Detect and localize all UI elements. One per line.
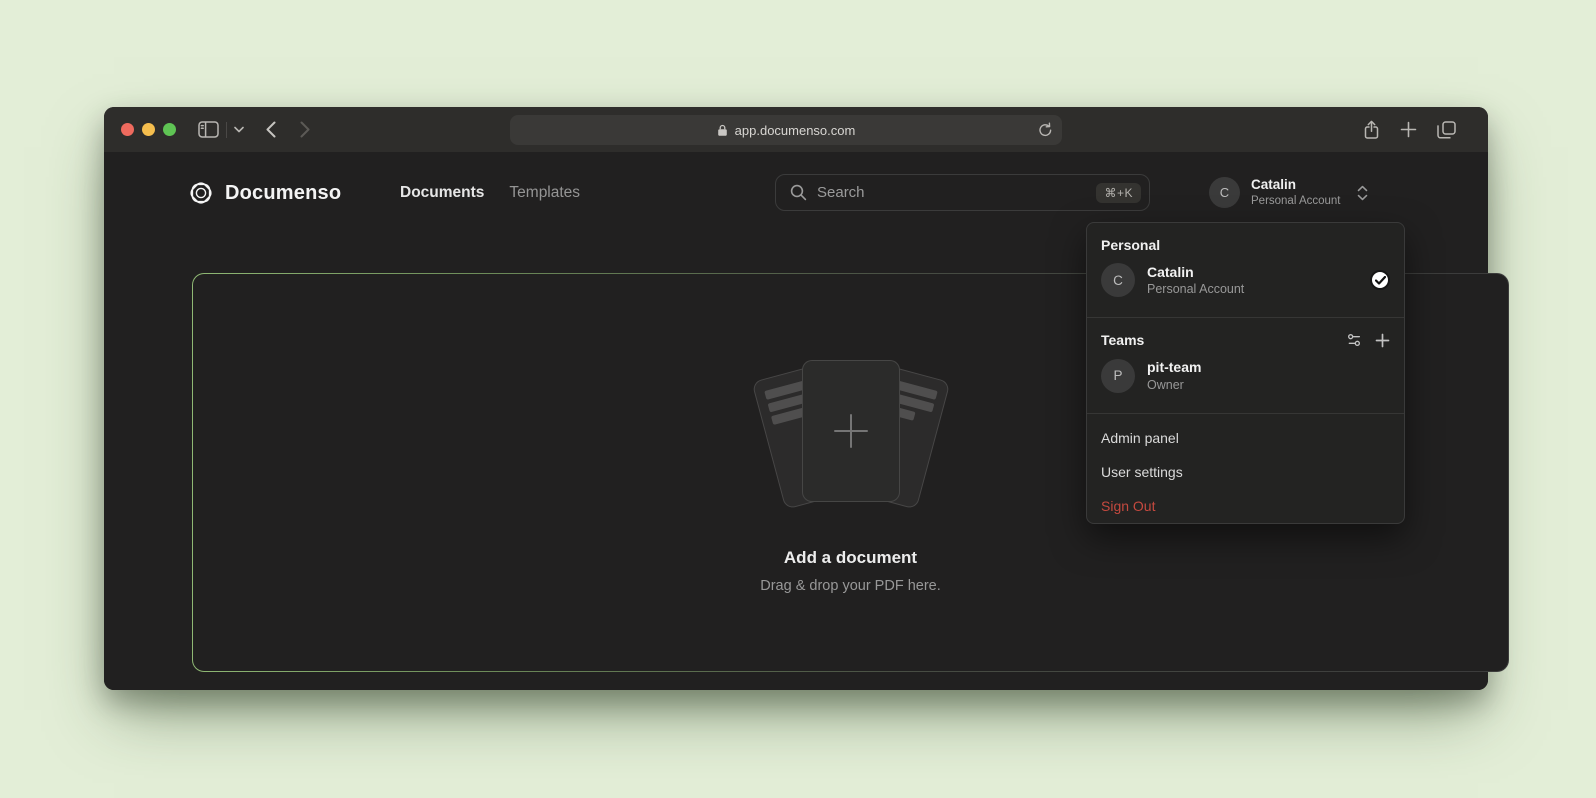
search-icon <box>790 184 807 201</box>
browser-toolbar: app.documenso.com <box>104 107 1488 152</box>
dropzone-title: Add a document <box>784 548 917 568</box>
add-team-icon[interactable] <box>1375 333 1390 348</box>
address-bar[interactable]: app.documenso.com <box>510 115 1062 145</box>
documenso-logo-icon <box>188 180 214 206</box>
search-input[interactable]: Search ⌘+K <box>775 174 1150 211</box>
back-button[interactable] <box>266 121 276 138</box>
nav-documents[interactable]: Documents <box>400 184 484 202</box>
account-menu-button[interactable]: C Catalin Personal Account <box>1209 177 1368 208</box>
menu-item-sign-out[interactable]: Sign Out <box>1087 489 1404 523</box>
app-content: Documenso Documents Templates Search ⌘+K… <box>104 152 1488 690</box>
share-icon[interactable] <box>1363 120 1380 140</box>
card-center <box>802 360 900 502</box>
new-tab-icon[interactable] <box>1400 121 1417 138</box>
brand[interactable]: Documenso <box>188 173 341 213</box>
menu-item-team[interactable]: P pit-team Owner <box>1099 348 1392 394</box>
selected-check-icon <box>1370 270 1390 290</box>
brand-name: Documenso <box>225 182 341 205</box>
document-stack-illustration <box>741 352 961 520</box>
app-header: Documenso Documents Templates Search ⌘+K… <box>188 173 1404 213</box>
lock-icon <box>717 124 728 137</box>
manage-teams-icon[interactable] <box>1346 332 1362 348</box>
avatar: P <box>1101 359 1135 393</box>
menu-item-user-settings[interactable]: User settings <box>1087 455 1404 489</box>
forward-button[interactable] <box>300 121 310 138</box>
reload-icon[interactable] <box>1038 122 1053 138</box>
toolbar-divider <box>226 122 227 138</box>
dropzone-subtitle: Drag & drop your PDF here. <box>760 578 941 594</box>
close-window-button[interactable] <box>121 123 134 136</box>
zoom-window-button[interactable] <box>163 123 176 136</box>
window-controls <box>121 123 176 136</box>
menu-item-admin-panel[interactable]: Admin panel <box>1087 421 1404 455</box>
team-role: Owner <box>1147 377 1201 393</box>
nav-templates[interactable]: Templates <box>509 184 580 202</box>
menu-heading-teams: Teams <box>1101 332 1144 348</box>
personal-account-subtitle: Personal Account <box>1147 281 1244 297</box>
plus-icon <box>829 409 873 453</box>
address-text: app.documenso.com <box>735 123 856 138</box>
menu-item-personal-account[interactable]: C Catalin Personal Account <box>1099 253 1392 299</box>
account-dropdown-menu: Personal C Catalin Personal Account <box>1086 222 1405 524</box>
main-nav: Documents Templates <box>400 173 580 213</box>
personal-account-name: Catalin <box>1147 263 1244 281</box>
chevrons-up-down-icon <box>1357 185 1368 201</box>
menu-heading-personal: Personal <box>1099 235 1392 253</box>
account-name: Catalin <box>1251 177 1341 194</box>
search-shortcut-badge: ⌘+K <box>1096 183 1141 203</box>
account-subtitle: Personal Account <box>1251 194 1341 208</box>
browser-window: app.documenso.com <box>104 107 1488 690</box>
minimize-window-button[interactable] <box>142 123 155 136</box>
avatar: C <box>1101 263 1135 297</box>
tab-group-chevron-icon[interactable] <box>234 126 244 133</box>
sidebar-toggle-icon[interactable] <box>198 121 219 138</box>
tab-overview-icon[interactable] <box>1437 121 1456 139</box>
avatar: C <box>1209 177 1240 208</box>
team-name: pit-team <box>1147 358 1201 376</box>
search-placeholder: Search <box>817 184 1096 201</box>
